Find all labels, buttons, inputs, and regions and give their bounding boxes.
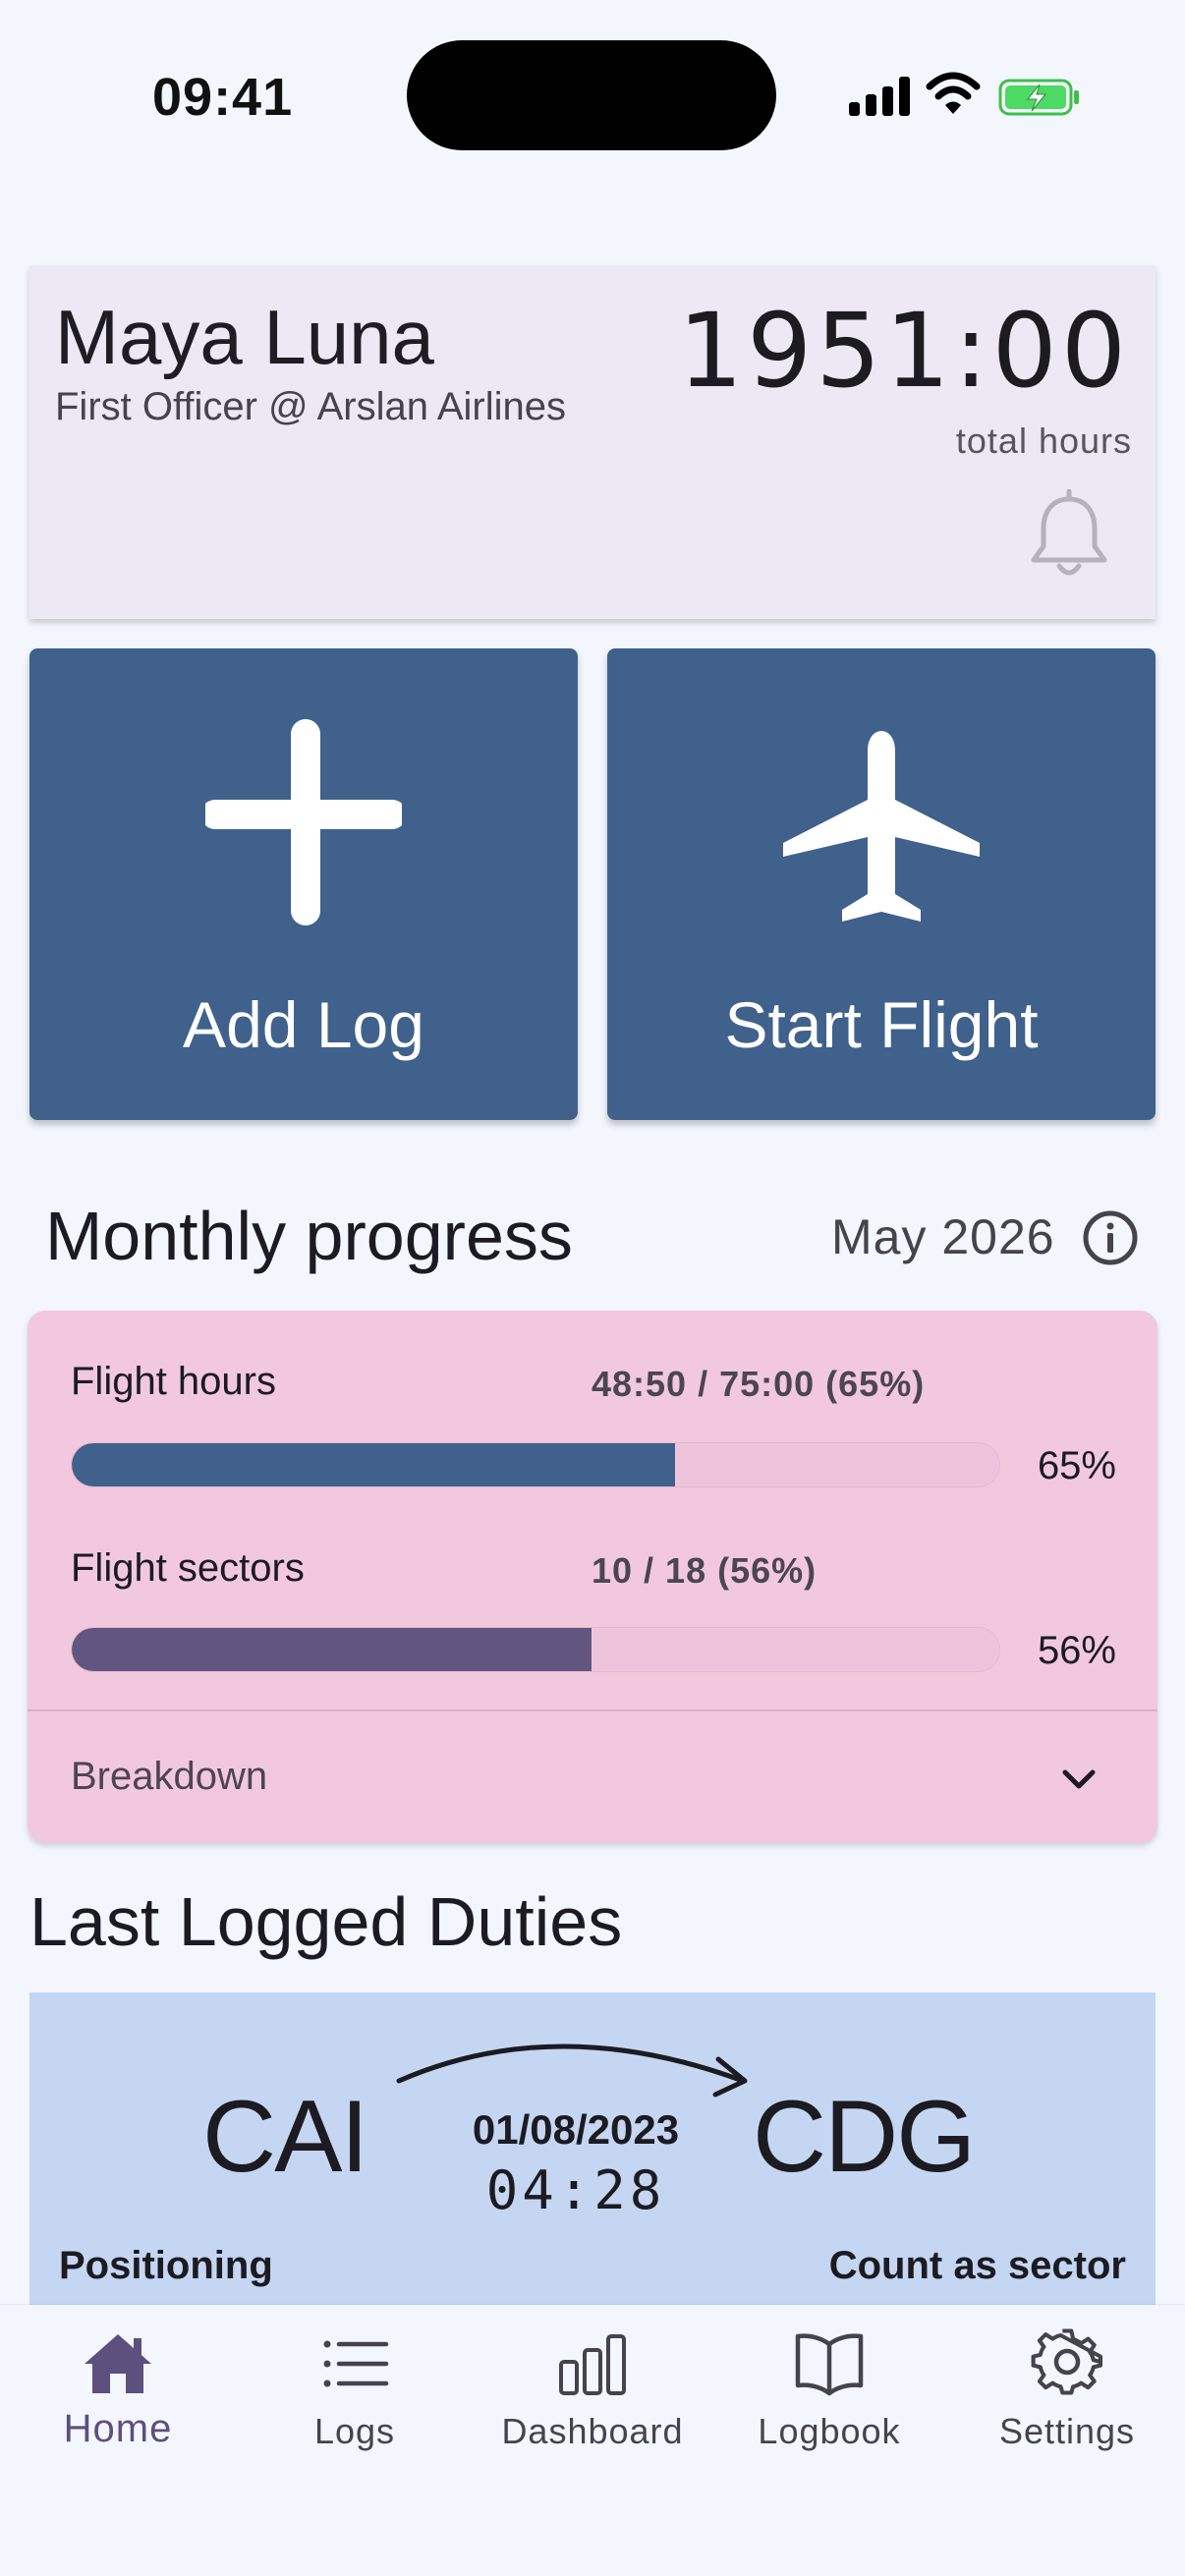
gear-icon — [1031, 2328, 1103, 2395]
add-log-button[interactable]: Add Log — [29, 648, 578, 1120]
nav-label-dashboard: Dashboard — [501, 2411, 684, 2451]
flight-hours-percent: 65% — [1037, 1444, 1116, 1487]
battery-charging-icon — [998, 79, 1079, 116]
duty-count-label: Count as sector — [828, 2244, 1126, 2287]
nav-label-home: Home — [63, 2407, 173, 2450]
monthly-progress-card: Flight hours 48:50 / 75:00 (65%) 65% Fli… — [28, 1311, 1157, 1843]
destination-airport: CDG — [753, 2080, 976, 2194]
nav-label-logbook: Logbook — [758, 2411, 901, 2451]
list-icon — [323, 2340, 389, 2387]
total-hours-value: 1951:00 — [677, 291, 1130, 411]
duty-type: Positioning — [59, 2244, 273, 2287]
bar-chart-icon — [559, 2334, 626, 2395]
start-flight-button[interactable]: Start Flight — [607, 648, 1156, 1120]
flight-sectors-progress-fill — [72, 1628, 592, 1671]
profile-card: Maya Luna First Officer @ Arslan Airline… — [29, 265, 1156, 619]
flight-sectors-percent: 56% — [1037, 1629, 1116, 1672]
flight-hours-progress-bar — [71, 1442, 1000, 1487]
nav-item-settings[interactable]: Settings — [949, 2305, 1185, 2492]
nav-item-logs[interactable]: Logs — [237, 2305, 473, 2492]
notification-bell-icon[interactable] — [1018, 489, 1120, 584]
nav-label-settings: Settings — [998, 2411, 1136, 2451]
wifi-icon — [926, 72, 981, 114]
breakdown-toggle[interactable]: Breakdown — [28, 1711, 1157, 1843]
dynamic-island — [407, 40, 776, 150]
breakdown-label: Breakdown — [71, 1755, 268, 1798]
flight-sectors-value: 10 / 18 (56%) — [592, 1550, 818, 1591]
origin-airport: CAI — [202, 2080, 368, 2194]
flight-hours-progress-fill — [72, 1443, 675, 1486]
nav-item-logbook[interactable]: Logbook — [711, 2305, 947, 2492]
plus-icon — [205, 719, 402, 925]
duty-duration: 04:28 — [485, 2159, 666, 2221]
airplane-icon — [783, 731, 980, 922]
nav-item-dashboard[interactable]: Dashboard — [475, 2305, 710, 2492]
start-flight-label: Start Flight — [724, 988, 1039, 1061]
flight-sectors-label: Flight sectors — [71, 1546, 305, 1590]
duty-date: 01/08/2023 — [472, 2106, 680, 2153]
add-log-label: Add Log — [183, 988, 424, 1061]
flight-sectors-progress-bar — [71, 1627, 1000, 1672]
pilot-role: First Officer @ Arslan Airlines — [55, 385, 566, 428]
route-arrow-icon — [396, 2044, 748, 2098]
flight-hours-value: 48:50 / 75:00 (65%) — [592, 1364, 926, 1404]
pilot-name: Maya Luna — [55, 294, 434, 380]
duty-card[interactable]: CAI 01/08/2023 04:28 CDG Positioning Cou… — [29, 1992, 1156, 2307]
status-bar: 09:41 — [0, 0, 1185, 187]
chevron-down-icon — [1062, 1769, 1096, 1789]
info-icon[interactable] — [1081, 1208, 1140, 1267]
monthly-progress-title: Monthly progress — [45, 1198, 573, 1274]
nav-item-home[interactable]: Home — [0, 2305, 236, 2492]
progress-period: May 2026 — [831, 1209, 1055, 1264]
last-logged-duties-title: Last Logged Duties — [29, 1883, 623, 1960]
bottom-navigation: Home Logs Dashboard Logbook Settings — [0, 2305, 1185, 2576]
book-icon — [795, 2333, 864, 2396]
total-hours-label: total hours — [955, 420, 1132, 461]
flight-hours-label: Flight hours — [71, 1360, 276, 1403]
nav-label-logs: Logs — [313, 2411, 396, 2451]
status-time: 09:41 — [152, 68, 294, 127]
cellular-signal-icon — [849, 77, 910, 116]
home-icon — [85, 2334, 151, 2393]
